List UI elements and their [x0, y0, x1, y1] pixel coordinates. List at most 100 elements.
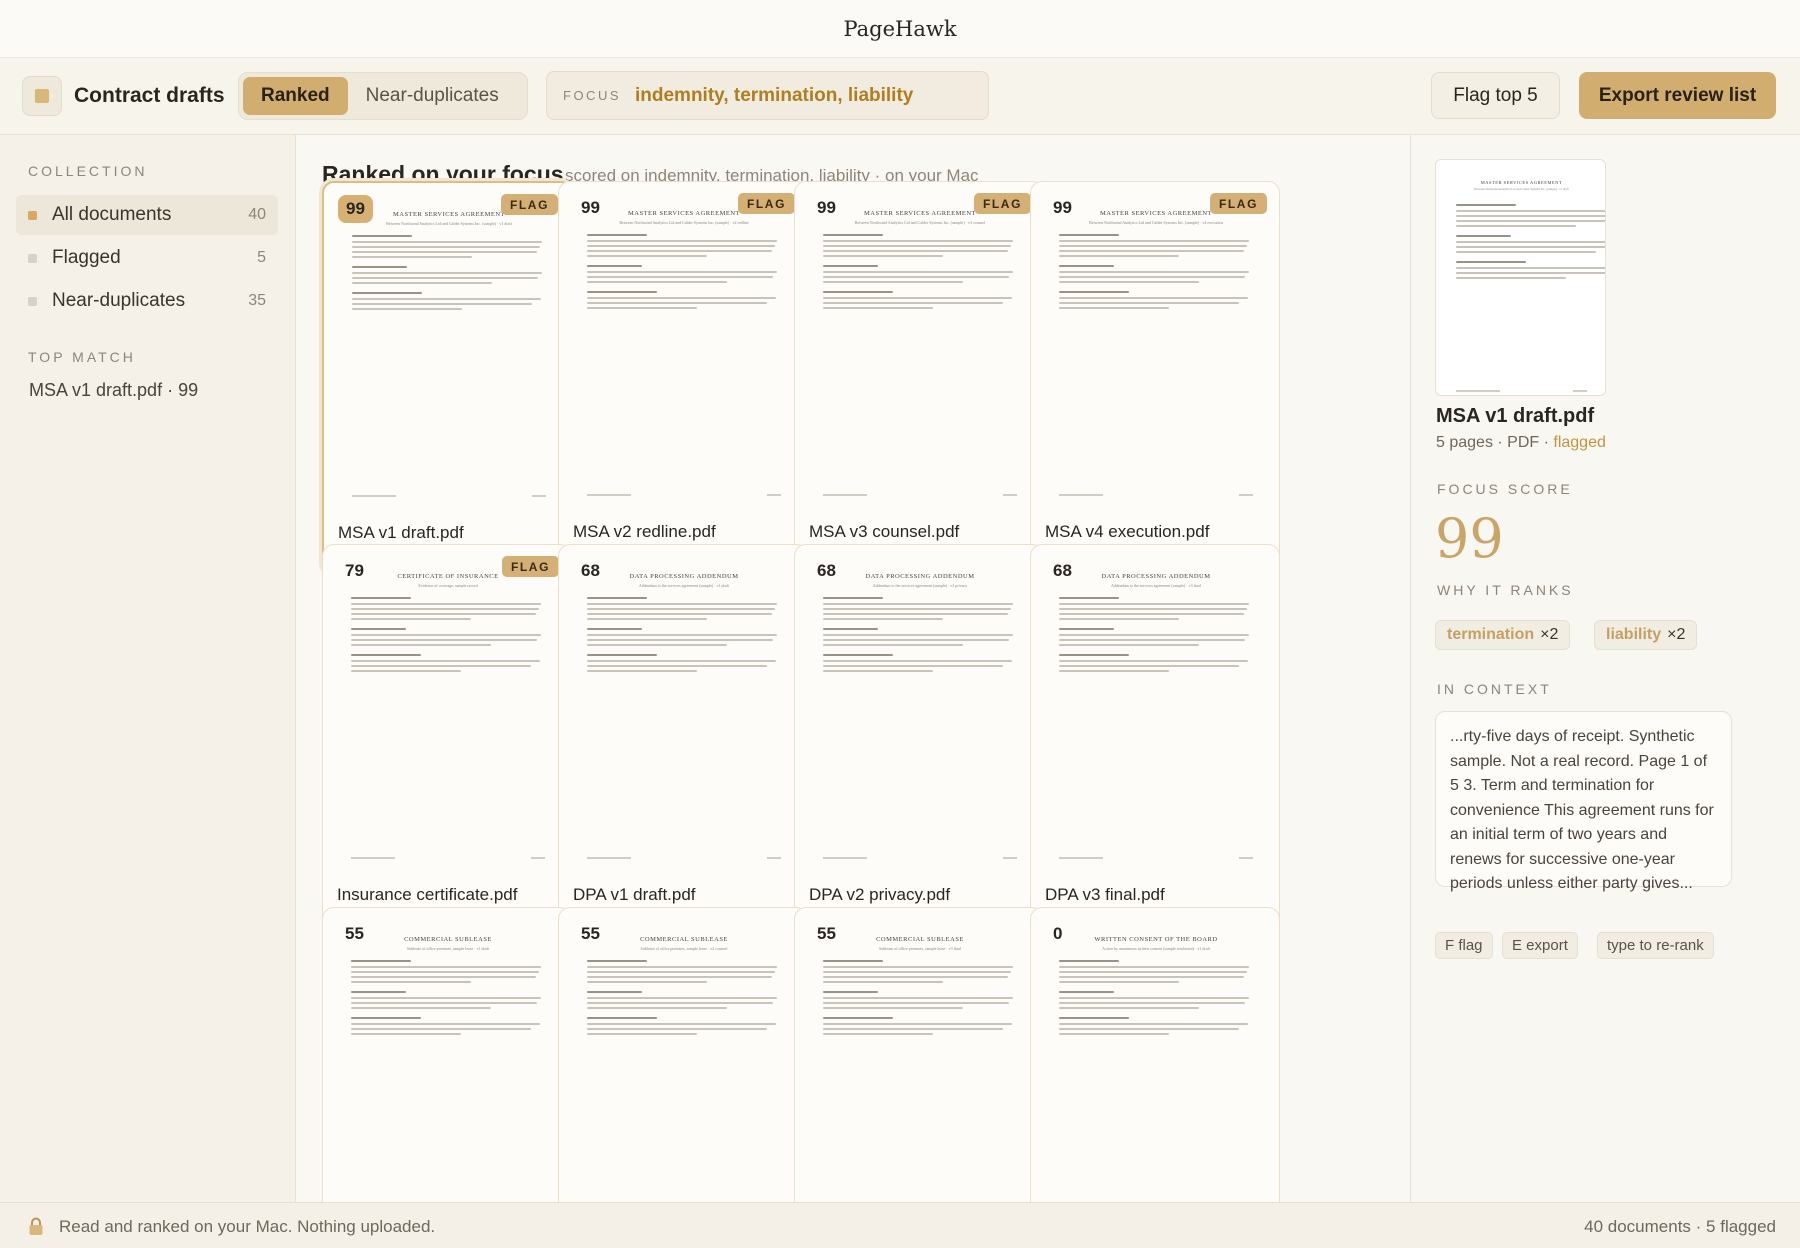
doc-text-line	[351, 1002, 537, 1004]
doc-text-line	[352, 303, 532, 305]
doc-text-line	[587, 297, 776, 299]
flag-badge[interactable]: FLAG	[500, 194, 558, 215]
doc-text-line	[351, 634, 541, 636]
doc-text-line	[1456, 220, 1605, 222]
doc-text-line	[823, 608, 1011, 610]
collection-icon[interactable]	[22, 76, 62, 116]
doc-text-line	[587, 618, 707, 620]
flag-badge[interactable]: FLAG	[737, 193, 795, 214]
document-card[interactable]: WRITTEN CONSENT OF THE BOARD Action by un…	[1030, 907, 1280, 1202]
doc-text-line	[352, 298, 541, 300]
card-score: 55	[345, 924, 364, 943]
doc-text-line	[352, 266, 407, 268]
doc-text-line	[352, 241, 542, 243]
doc-text-line	[1059, 639, 1245, 641]
document-card[interactable]: MASTER SERVICES AGREEMENT Between Northwi…	[322, 181, 572, 575]
doc-text-line	[352, 256, 472, 258]
reason-chip-liability: liability ×2	[1594, 620, 1698, 650]
doc-text-line	[1456, 267, 1605, 269]
document-card[interactable]: DATA PROCESSING ADDENDUM Addendum to the …	[558, 544, 808, 938]
doc-text-line	[587, 1028, 767, 1030]
doc-text-line	[587, 660, 776, 662]
doc-text-line	[587, 603, 777, 605]
sidebar-item-count: 40	[248, 206, 266, 223]
document-card[interactable]: COMMERCIAL SUBLEASE Sublease of office pr…	[322, 907, 572, 1202]
doc-text-line	[1059, 1007, 1199, 1009]
flag-badge[interactable]: FLAG	[1209, 193, 1267, 214]
doc-text-line	[1059, 240, 1249, 242]
doc-text-line	[823, 670, 933, 672]
document-card[interactable]: MASTER SERVICES AGREEMENT Between Northwi…	[1030, 181, 1280, 575]
sidebar-item-near-duplicates[interactable]: Near-duplicates 35	[16, 281, 278, 321]
details-doc-meta: 5 pages · PDF · flagged	[1436, 434, 1606, 452]
doc-text-line	[587, 1002, 773, 1004]
doc-text-line	[587, 250, 772, 252]
doc-text-line	[1059, 966, 1249, 968]
sidebar-item-flagged[interactable]: Flagged 5	[16, 238, 278, 278]
document-thumbnail-page: MASTER SERVICES AGREEMENT Between Northwi…	[815, 210, 1025, 500]
doc-footer-line	[587, 494, 631, 496]
document-card[interactable]: MASTER SERVICES AGREEMENT Between Northwi…	[558, 181, 808, 575]
details-flagged-label: flagged	[1553, 434, 1606, 451]
doc-text-line	[1059, 613, 1244, 615]
document-thumbnail-page: CERTIFICATE OF INSURANCE Evidence of cove…	[343, 573, 553, 863]
context-snippet: ...rty-five days of receipt. Synthetic s…	[1435, 711, 1732, 892]
shortcut-rerank: type to re-rank	[1597, 932, 1714, 959]
focus-input[interactable]: FOCUS indemnity, termination, liability	[546, 71, 989, 120]
doc-text-line	[823, 628, 878, 630]
shortcut-flag: F flag	[1435, 932, 1493, 959]
export-review-button[interactable]: Export review list	[1579, 72, 1776, 119]
doc-text-line	[1456, 210, 1605, 212]
toolbar: Contract drafts Ranked Near-duplicates F…	[0, 58, 1800, 135]
doc-text-line	[351, 997, 541, 999]
doc-text-line	[823, 302, 1003, 304]
doc-text-line	[1456, 251, 1596, 253]
doc-text-line	[351, 1017, 421, 1019]
details-doc-name: MSA v1 draft.pdf	[1436, 405, 1595, 427]
lock-icon	[29, 1217, 43, 1235]
document-card[interactable]: COMMERCIAL SUBLEASE Sublease of office pr…	[794, 907, 1044, 1202]
doc-text-line	[823, 255, 943, 257]
doc-footer-line	[1456, 390, 1500, 392]
flag-badge[interactable]: FLAG	[973, 193, 1031, 214]
card-score: 55	[581, 924, 600, 943]
document-thumbnail-page: DATA PROCESSING ADDENDUM Addendum to the …	[579, 573, 789, 863]
tab-ranked[interactable]: Ranked	[243, 77, 348, 115]
document-thumbnail-page: DATA PROCESSING ADDENDUM Addendum to the …	[815, 573, 1025, 863]
document-card[interactable]: DATA PROCESSING ADDENDUM Addendum to the …	[1030, 544, 1280, 938]
sidebar-item-count: 35	[248, 292, 266, 309]
doc-text-line	[351, 608, 539, 610]
tab-near-duplicates[interactable]: Near-duplicates	[348, 77, 517, 115]
doc-text-line	[587, 981, 707, 983]
doc-text-line	[1059, 644, 1199, 646]
doc-text-line	[351, 665, 531, 667]
doc-subheading: Addendum to the services agreement (samp…	[638, 583, 730, 588]
reason-count: ×2	[1540, 626, 1559, 643]
doc-text-line	[352, 282, 492, 284]
document-preview[interactable]: MASTER SERVICES AGREEMENT Between Northwi…	[1435, 159, 1606, 396]
doc-text-line	[351, 597, 411, 599]
doc-text-line	[1456, 272, 1605, 274]
document-card[interactable]: MASTER SERVICES AGREEMENT Between Northwi…	[794, 181, 1044, 575]
status-bar: Read and ranked on your Mac. Nothing upl…	[0, 1202, 1800, 1248]
details-meta-text: 5 pages · PDF ·	[1436, 434, 1554, 451]
document-card[interactable]: DATA PROCESSING ADDENDUM Addendum to the …	[794, 544, 1044, 938]
doc-text-line	[351, 613, 536, 615]
doc-text-line	[823, 1007, 963, 1009]
status-counts: 40 documents · 5 flagged	[1584, 1217, 1776, 1236]
doc-footer-line	[352, 495, 396, 497]
doc-text-line	[823, 234, 883, 236]
doc-text-line	[1456, 261, 1526, 263]
doc-text-line	[587, 971, 775, 973]
doc-text-line	[587, 276, 773, 278]
flag-badge[interactable]: FLAG	[501, 556, 559, 577]
doc-text-line	[587, 670, 697, 672]
doc-text-line	[587, 665, 767, 667]
document-card[interactable]: COMMERCIAL SUBLEASE Sublease of office pr…	[558, 907, 808, 1202]
sidebar-item-all-documents[interactable]: All documents 40	[16, 195, 278, 235]
flag-top-button[interactable]: Flag top 5	[1431, 72, 1560, 119]
doc-text-line	[1456, 235, 1511, 237]
top-match-link[interactable]: MSA v1 draft.pdf · 99	[29, 380, 198, 401]
document-card[interactable]: CERTIFICATE OF INSURANCE Evidence of cove…	[322, 544, 572, 938]
sidebar-item-label: All documents	[52, 204, 172, 225]
